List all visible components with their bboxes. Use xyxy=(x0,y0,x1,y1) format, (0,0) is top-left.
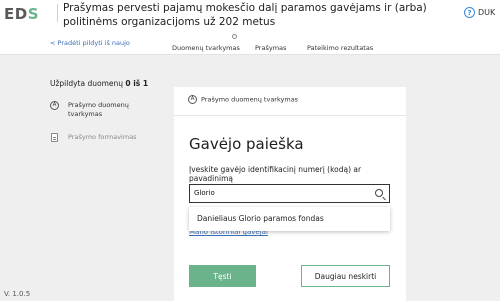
app-version: V. 1.0.5 xyxy=(4,290,31,298)
filled-prefix: Užpildyta duomenų xyxy=(50,79,124,88)
eds-logo[interactable]: EDS xyxy=(4,5,39,23)
help-button[interactable]: ? DUK xyxy=(464,7,495,18)
recipient-search-input[interactable]: Glorio xyxy=(189,184,390,203)
logo-text-main: ED xyxy=(4,5,28,23)
step-submission-result: Pateikimo rezultatas xyxy=(307,44,374,52)
document-icon xyxy=(51,133,58,142)
step-marker-a: A xyxy=(188,95,197,104)
card-step-header: A Prašymo duomenų tvarkymas xyxy=(188,95,298,104)
continue-button[interactable]: Tęsti xyxy=(189,265,256,287)
question-circle-icon: ? xyxy=(464,7,475,18)
sidebar-step-label: Prašymo duomenų tvarkymas xyxy=(68,101,129,118)
current-step-indicator xyxy=(232,34,237,39)
document-title: Prašymas pervesti pajamų mokesčio dalį p… xyxy=(63,2,427,28)
filled-data-counter: Užpildyta duomenų 0 iš 1 xyxy=(50,79,148,88)
step-application: Prašymas xyxy=(255,44,287,52)
card-divider xyxy=(174,115,406,116)
help-label: DUK xyxy=(478,8,496,17)
logo-text-accent: S xyxy=(27,5,40,23)
page-title: Gavėjo paieška xyxy=(189,135,304,153)
assign-no-more-button[interactable]: Daugiau neskirti xyxy=(301,265,390,287)
progress-stepper: < Pradėti pildyti iš naujo Duomenų tvark… xyxy=(0,33,500,55)
header-divider xyxy=(57,4,58,22)
filled-value: 0 iš 1 xyxy=(125,79,149,88)
step-marker-a: A xyxy=(50,101,59,110)
autocomplete-suggestion[interactable]: Danieliaus Glorio paramos fondas xyxy=(189,207,390,231)
search-input-value: Glorio xyxy=(194,189,215,197)
app-header: EDS Prašymas pervesti pajamų mokesčio da… xyxy=(0,0,500,33)
step-data-management: Duomenų tvarkymas xyxy=(172,44,240,52)
restart-link[interactable]: < Pradėti pildyti iš naujo xyxy=(50,39,130,47)
search-icon[interactable] xyxy=(375,189,383,197)
search-field-label: Įveskite gavėjo identifikacinį numerį (k… xyxy=(189,165,362,183)
sidebar-step-label: Prašymo formavimas xyxy=(68,133,137,141)
card-step-label: Prašymo duomenų tvarkymas xyxy=(201,95,299,104)
